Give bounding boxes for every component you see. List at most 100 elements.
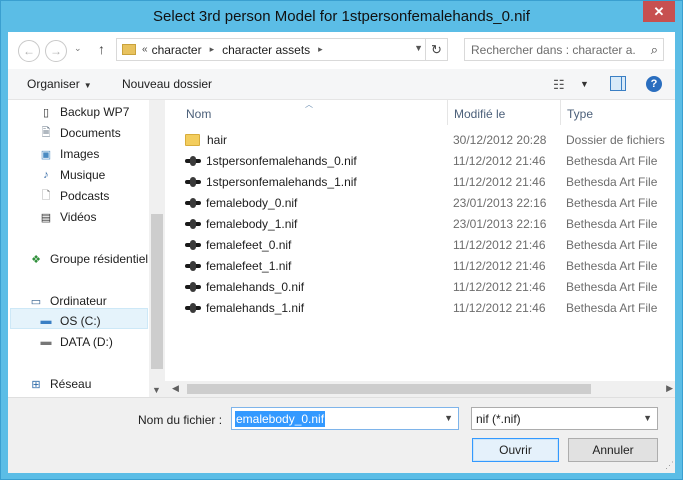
sidebar-item-videos[interactable]: ▤ Vidéos bbox=[38, 207, 97, 227]
file-name-cell: femalefeet_1.nif bbox=[185, 259, 291, 273]
sidebar-item-os-c[interactable]: ▬ OS (C:) bbox=[38, 311, 101, 331]
file-date: 11/12/2012 21:46 bbox=[453, 238, 546, 252]
list-item[interactable]: femalehands_1.nif 11/12/2012 21:46 Bethe… bbox=[165, 298, 675, 319]
filetype-select[interactable]: nif (*.nif) ▼ bbox=[471, 407, 658, 430]
videos-icon: ▤ bbox=[40, 211, 52, 224]
sidebar-item-label: Réseau bbox=[50, 377, 92, 391]
file-name: femalefeet_1.nif bbox=[206, 259, 292, 273]
scrollbar-thumb[interactable] bbox=[187, 384, 591, 394]
sidebar-item-label: Backup WP7 bbox=[60, 105, 130, 119]
sidebar-item-documents[interactable]: 🗎 Documents bbox=[38, 123, 121, 143]
search-box[interactable]: ⌕ bbox=[464, 38, 664, 61]
organize-menu[interactable]: Organiser ▼ bbox=[27, 77, 92, 91]
sidebar-item-homegroup[interactable]: ❖ Groupe résidentiel bbox=[28, 249, 148, 269]
chevron-down-icon[interactable]: ▼ bbox=[414, 43, 423, 53]
filename-selected-text[interactable]: emalebody_0.nif bbox=[235, 411, 326, 427]
column-divider[interactable] bbox=[560, 100, 561, 125]
nif-file-icon bbox=[185, 198, 201, 208]
sidebar-item-ordinateur[interactable]: ▭ Ordinateur bbox=[28, 291, 107, 311]
nif-file-icon bbox=[185, 240, 201, 250]
filename-field[interactable]: emalebody_0.nif ▼ bbox=[231, 407, 459, 430]
search-icon[interactable]: ⌕ bbox=[651, 42, 658, 58]
close-button[interactable]: ✕ bbox=[643, 1, 675, 22]
file-type: Bethesda Art File bbox=[566, 280, 658, 294]
search-input[interactable] bbox=[465, 39, 635, 60]
list-item[interactable]: femalebody_0.nif 23/01/2013 22:16 Bethes… bbox=[165, 193, 675, 214]
music-icon: ♪ bbox=[43, 169, 49, 181]
breadcrumb-character[interactable]: character bbox=[152, 43, 202, 57]
file-type: Bethesda Art File bbox=[566, 259, 658, 273]
recent-locations-dropdown[interactable]: ⌄ bbox=[74, 43, 82, 54]
file-name: femalebody_1.nif bbox=[206, 217, 298, 231]
view-dropdown-icon[interactable]: ▼ bbox=[580, 79, 589, 89]
file-name-cell: femalefeet_0.nif bbox=[185, 238, 291, 252]
chevron-right-icon[interactable]: ▸ bbox=[318, 44, 323, 55]
file-date: 11/12/2012 21:46 bbox=[453, 301, 546, 315]
list-header: ︿ Nom Modifié le Type bbox=[165, 100, 675, 126]
sidebar-item-data-d[interactable]: ▬ DATA (D:) bbox=[38, 332, 113, 352]
chevron-down-icon[interactable]: ▼ bbox=[444, 413, 453, 423]
scroll-left-icon[interactable]: ◀ bbox=[172, 383, 179, 394]
address-bar[interactable]: « character ▸ character assets ▸ ▼ ↻ bbox=[116, 38, 448, 61]
podcasts-icon: 🗋 bbox=[41, 189, 51, 202]
sidebar-item-label: Documents bbox=[60, 126, 121, 140]
sidebar-item-images[interactable]: ▣ Images bbox=[38, 144, 100, 164]
sidebar-item-musique[interactable]: ♪ Musique bbox=[38, 165, 105, 185]
new-folder-button[interactable]: Nouveau dossier bbox=[122, 77, 212, 91]
file-type: Bethesda Art File bbox=[566, 238, 658, 252]
list-item[interactable]: femalehands_0.nif 11/12/2012 21:46 Bethe… bbox=[165, 277, 675, 298]
column-divider[interactable] bbox=[447, 100, 448, 125]
resize-grip-icon[interactable]: ⋰ bbox=[665, 460, 674, 471]
list-item[interactable]: 1stpersonfemalehands_1.nif 11/12/2012 21… bbox=[165, 172, 675, 193]
scrollbar-thumb[interactable] bbox=[151, 214, 163, 369]
computer-icon: ▭ bbox=[30, 295, 42, 308]
sidebar-item-backup-wp7[interactable]: ▯ Backup WP7 bbox=[38, 102, 129, 122]
breadcrumb-character-assets[interactable]: character assets bbox=[222, 43, 310, 57]
column-header-modified[interactable]: Modifié le bbox=[454, 107, 505, 121]
column-header-type[interactable]: Type bbox=[567, 107, 593, 121]
sidebar-scrollbar[interactable]: ▼ bbox=[149, 100, 165, 397]
chevron-right-icon[interactable]: ▸ bbox=[210, 44, 215, 55]
file-date: 30/12/2012 20:28 bbox=[453, 133, 547, 147]
sidebar-item-podcasts[interactable]: 🗋 Podcasts bbox=[38, 186, 110, 206]
file-type: Bethesda Art File bbox=[566, 217, 658, 231]
list-item[interactable]: femalebody_1.nif 23/01/2013 22:16 Bethes… bbox=[165, 214, 675, 235]
breadcrumb-overflow[interactable]: « bbox=[142, 44, 148, 55]
file-name-cell: femalebody_1.nif bbox=[185, 217, 297, 231]
help-icon[interactable]: ? bbox=[646, 76, 662, 92]
horizontal-scrollbar[interactable]: ◀ ▶ bbox=[165, 381, 675, 397]
file-name: 1stpersonfemalehands_1.nif bbox=[206, 175, 357, 189]
forward-button[interactable]: → bbox=[45, 40, 67, 62]
refresh-button[interactable]: ↻ bbox=[425, 39, 447, 60]
sidebar-item-label: DATA (D:) bbox=[60, 335, 113, 349]
file-name: femalebody_0.nif bbox=[206, 196, 298, 210]
file-name-cell: femalehands_1.nif bbox=[185, 301, 304, 315]
organize-label: Organiser bbox=[27, 77, 80, 91]
file-name-cell: 1stpersonfemalehands_1.nif bbox=[185, 175, 357, 189]
up-button[interactable]: ↑ bbox=[98, 41, 105, 57]
file-name: femalehands_0.nif bbox=[206, 280, 305, 294]
scroll-down-icon[interactable]: ▼ bbox=[152, 385, 161, 395]
nif-file-icon bbox=[185, 282, 201, 292]
view-options-icon[interactable]: ☷ bbox=[553, 77, 565, 93]
back-button[interactable]: ← bbox=[18, 40, 40, 62]
preview-pane-icon[interactable] bbox=[610, 76, 626, 91]
column-header-name[interactable]: Nom bbox=[186, 107, 211, 121]
scroll-right-icon[interactable]: ▶ bbox=[666, 383, 673, 394]
list-item[interactable]: femalefeet_0.nif 11/12/2012 21:46 Bethes… bbox=[165, 235, 675, 256]
sidebar-item-label: Podcasts bbox=[60, 189, 110, 203]
homegroup-icon: ❖ bbox=[31, 253, 41, 266]
file-list: ︿ Nom Modifié le Type hair 30/12/2012 20… bbox=[165, 100, 675, 397]
filetype-value: nif (*.nif) bbox=[476, 412, 521, 426]
file-name: 1stpersonfemalehands_0.nif bbox=[206, 154, 357, 168]
chevron-down-icon[interactable]: ▼ bbox=[643, 413, 652, 423]
list-item[interactable]: hair 30/12/2012 20:28 Dossier de fichier… bbox=[165, 130, 675, 151]
file-type: Bethesda Art File bbox=[566, 154, 658, 168]
sidebar-item-reseau[interactable]: ⊞ Réseau bbox=[28, 374, 91, 394]
sidebar-item-label: Ordinateur bbox=[50, 294, 107, 308]
list-item[interactable]: 1stpersonfemalehands_0.nif 11/12/2012 21… bbox=[165, 151, 675, 172]
open-button[interactable]: Ouvrir bbox=[472, 438, 559, 462]
cancel-button[interactable]: Annuler bbox=[568, 438, 658, 462]
file-name-cell: femalebody_0.nif bbox=[185, 196, 297, 210]
list-item[interactable]: femalefeet_1.nif 11/12/2012 21:46 Bethes… bbox=[165, 256, 675, 277]
